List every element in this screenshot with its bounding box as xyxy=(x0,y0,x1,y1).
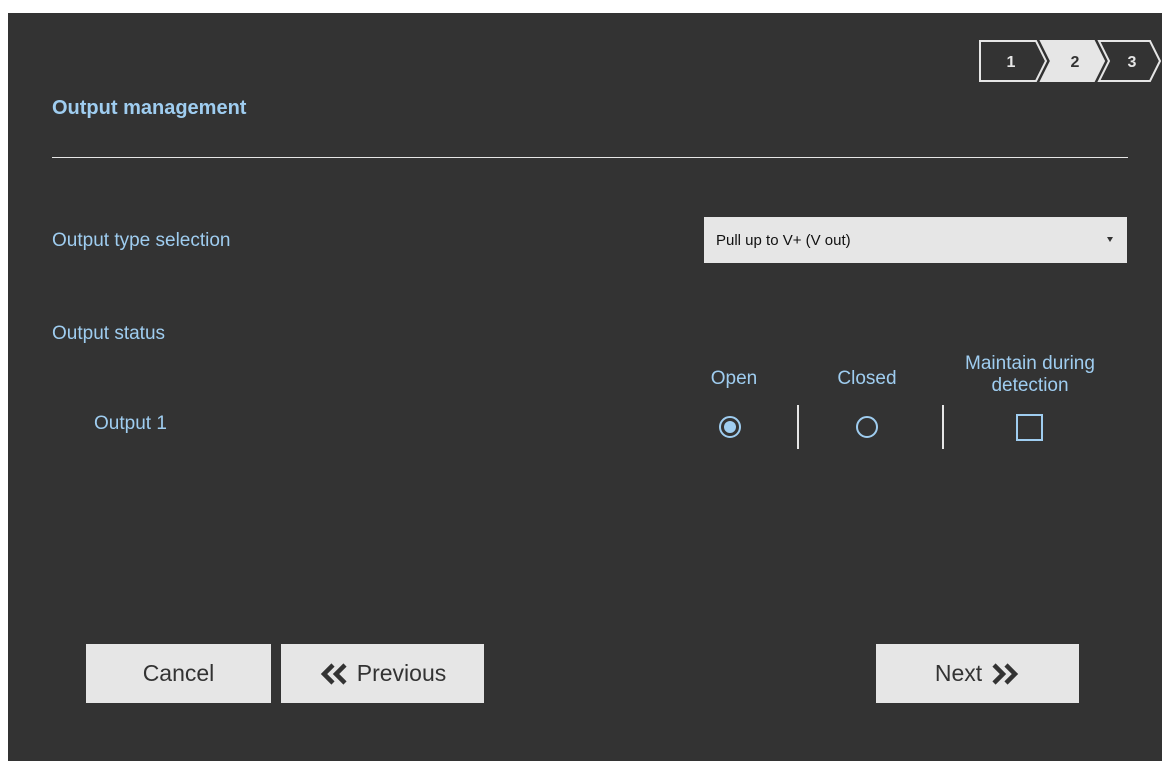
step-3[interactable]: 3 xyxy=(1097,40,1162,82)
output-type-label: Output type selection xyxy=(52,230,231,251)
output-1-open-radio[interactable] xyxy=(719,416,741,438)
page-title: Output management xyxy=(52,97,247,119)
double-chevron-right-icon xyxy=(990,662,1020,685)
cancel-button[interactable]: Cancel xyxy=(86,644,271,703)
column-separator xyxy=(797,405,799,449)
output-1-maintain-checkbox[interactable] xyxy=(1016,414,1043,441)
step-1[interactable]: 1 xyxy=(979,40,1048,82)
step-1-label: 1 xyxy=(1007,54,1016,71)
output-1-label: Output 1 xyxy=(94,413,167,434)
next-button-label: Next xyxy=(934,660,983,686)
output-1-closed-radio[interactable] xyxy=(856,416,878,438)
dropdown-caret-icon xyxy=(1107,237,1113,242)
cancel-button-label: Cancel xyxy=(142,660,215,686)
step-indicator: 1 2 3 xyxy=(978,39,1162,83)
title-divider xyxy=(52,157,1128,158)
output-status-label: Output status xyxy=(52,323,166,344)
step-2-label: 2 xyxy=(1071,54,1080,71)
maintain-column-header: Maintain during detection xyxy=(965,353,1095,396)
previous-button-label: Previous xyxy=(356,660,447,686)
output-type-selected-value: Pull up to V+ (V out) xyxy=(716,231,851,249)
output-type-select[interactable]: Pull up to V+ (V out) xyxy=(704,217,1127,263)
radio-selected-dot xyxy=(724,421,736,433)
closed-column-header: Closed xyxy=(837,368,897,389)
next-button[interactable]: Next xyxy=(876,644,1079,703)
step-2[interactable]: 2 xyxy=(1039,40,1106,82)
open-column-header: Open xyxy=(710,368,758,389)
step-3-label: 3 xyxy=(1128,54,1137,71)
wizard-panel: 1 2 3 Output management Output type sele… xyxy=(8,13,1162,761)
double-chevron-left-icon xyxy=(319,662,349,685)
previous-button[interactable]: Previous xyxy=(281,644,484,703)
column-separator xyxy=(942,405,944,449)
